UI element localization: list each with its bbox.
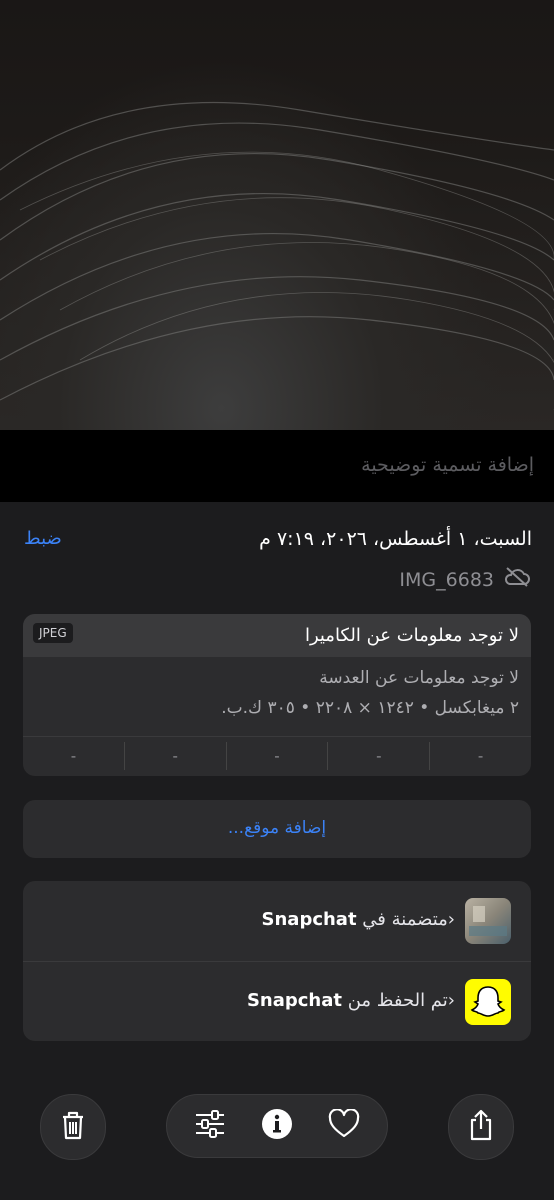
favorite-button[interactable] — [324, 1106, 364, 1146]
embedded-in-text: ‹متضمنة في Snapchat — [261, 909, 455, 930]
source-apps-card: ‹متضمنة في Snapchat ‹تم الحفظ من Snapcha… — [23, 881, 531, 1041]
divider — [23, 736, 531, 737]
saved-from-text: ‹تم الحفظ من Snapchat — [246, 990, 455, 1011]
exif-value: - — [327, 742, 429, 770]
cloud-slash-icon — [504, 566, 530, 593]
exif-header: لا توجد معلومات عن الكاميرا JPEG — [23, 614, 531, 657]
sliders-icon — [194, 1110, 226, 1142]
filename: IMG_6683 — [399, 568, 494, 591]
exif-value: - — [225, 742, 328, 770]
format-badge: JPEG — [33, 623, 73, 643]
app-chevron-icon: ‹ — [447, 909, 455, 930]
photo-actions-toolbar — [166, 1094, 388, 1158]
exif-value: - — [123, 742, 226, 770]
trash-icon — [59, 1109, 87, 1145]
add-location-card[interactable]: إضافة موقع... — [23, 800, 531, 858]
heart-icon — [328, 1108, 360, 1143]
hair-photo — [0, 101, 554, 410]
caption-input[interactable]: إضافة تسمية توضيحية — [361, 454, 534, 476]
lens-info: لا توجد معلومات عن العدسة — [319, 668, 519, 688]
app-chevron-icon: ‹ — [447, 990, 455, 1011]
photo-date: السبت، ١ أغسطس، ٢٠٢٦، ٧:١٩ م — [259, 528, 532, 550]
exif-value: - — [70, 747, 77, 765]
adjust-date-button[interactable]: ضبط — [24, 528, 62, 549]
saved-from-row[interactable]: ‹تم الحفظ من Snapchat — [23, 961, 531, 1041]
app-name: Snapchat — [261, 909, 357, 930]
app-name: Snapchat — [246, 990, 342, 1011]
snapchat-thumbnail — [465, 898, 511, 944]
camera-info: لا توجد معلومات عن الكاميرا — [304, 625, 519, 646]
exif-card[interactable]: لا توجد معلومات عن الكاميرا JPEG لا توجد… — [23, 614, 531, 776]
embedded-in-row[interactable]: ‹متضمنة في Snapchat — [23, 881, 531, 961]
share-button[interactable] — [448, 1094, 514, 1160]
exif-values-row: - - - - - — [23, 742, 531, 770]
info-icon — [261, 1108, 293, 1144]
adjust-button[interactable] — [190, 1106, 230, 1146]
info-button[interactable] — [257, 1106, 297, 1146]
filename-row: IMG_6683 — [399, 566, 530, 593]
image-specs: ٢ ميغابكسل • ١٢٤٢ × ٢٢٠٨ • ٣٠٥ ك.ب. — [221, 698, 519, 718]
exif-value: - — [429, 742, 531, 770]
add-location-button[interactable]: إضافة موقع... — [23, 818, 531, 838]
caption-bar: إضافة تسمية توضيحية — [0, 430, 554, 502]
photo-view[interactable] — [0, 0, 554, 430]
share-icon — [467, 1108, 495, 1146]
delete-button[interactable] — [40, 1094, 106, 1160]
snapchat-icon — [465, 979, 511, 1025]
